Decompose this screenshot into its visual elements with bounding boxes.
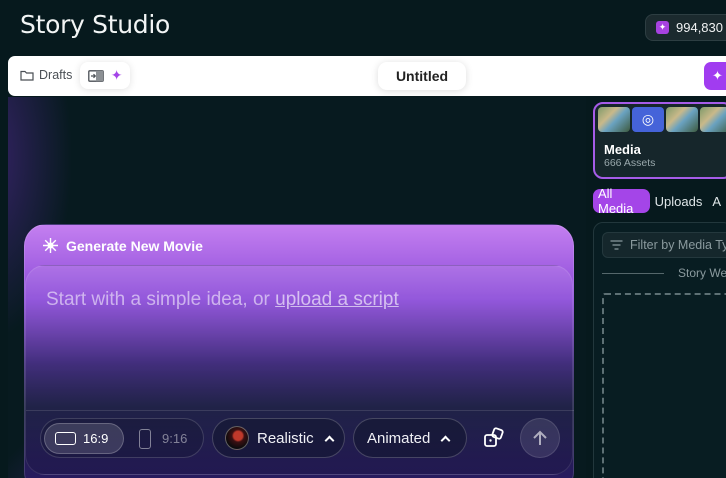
divider [602,272,664,274]
sidebar-toggle-icon[interactable] [87,69,104,82]
animation-dropdown[interactable]: Animated [353,418,467,458]
animation-label: Animated [367,429,431,447]
media-title: Media [604,142,641,157]
prompt-placeholder: Start with a simple idea, or [46,289,276,310]
media-thumbnail [666,107,698,132]
aspect-ratio-selector: 16:9 9:16 [40,418,204,458]
media-library-card[interactable]: ◎ Media 666 Assets [593,102,726,179]
landscape-icon [55,432,76,445]
sparkle-icon: ✦ [712,68,723,83]
document-title[interactable]: Untitled [378,62,466,90]
drafts-breadcrumb[interactable]: Drafts [20,68,72,82]
generate-heading-text: Generate New Movie [66,237,203,254]
media-thumbnail [598,107,630,132]
style-dropdown[interactable]: Realistic [212,418,345,458]
panel-toggle: ✦ [80,62,130,89]
media-filter-input[interactable]: Filter by Media Ty [602,232,726,258]
chevron-up-icon [440,435,451,445]
credits-badge[interactable]: ✦ 994,830 [645,14,726,41]
aspect-16-9-label: 16:9 [83,431,109,446]
style-avatar [225,426,249,450]
generation-controls: 16:9 9:16 Realistic Animated [26,410,574,466]
filter-icon [610,240,623,250]
style-label: Realistic [257,429,314,447]
effects-icon: ◎ [632,107,664,132]
app-title: Story Studio [20,10,171,39]
media-thumbnail [700,107,726,132]
credits-amount: 994,830 [676,20,723,35]
sparkle-icon: ✦ [656,21,669,34]
generate-heading: Generate New Movie [42,237,203,254]
aspect-16-9-button[interactable]: 16:9 [44,423,124,454]
prompt-input[interactable]: Start with a simple idea, or upload a sc… [46,289,399,311]
aspect-9-16-button[interactable]: 9:16 [129,423,197,454]
top-toolbar: Drafts ✦ Untitled ✦ [8,56,726,96]
section-label: Story We [678,266,726,280]
generate-movie-card: Generate New Movie Start with a simple i… [24,224,574,478]
section-heading: Story We [602,266,726,280]
aspect-9-16-label: 9:16 [162,431,188,446]
generate-action-button[interactable]: ✦ [704,62,726,90]
chevron-up-icon [324,435,335,445]
submit-button[interactable] [520,418,560,458]
drafts-label: Drafts [39,68,73,82]
upload-script-link[interactable]: upload a script [275,289,399,310]
tab-more[interactable]: A [707,189,726,213]
arrow-up-icon [533,430,547,445]
tab-uploads[interactable]: Uploads [650,189,708,213]
media-tabs: All Media Uploads A [593,186,726,216]
tab-all-media[interactable]: All Media [593,186,650,216]
folder-icon [20,70,34,81]
canvas-stage: Generate New Movie Start with a simple i… [8,97,586,478]
portrait-icon [139,428,151,449]
prompt-area[interactable]: Start with a simple idea, or upload a sc… [25,265,574,475]
sparkle-icon[interactable]: ✦ [111,67,123,84]
media-dropzone[interactable] [602,293,726,478]
media-list-panel: Filter by Media Ty Story We [593,222,726,478]
dice-icon[interactable] [482,426,506,450]
sparkles-icon [43,238,58,253]
media-thumbnails: ◎ [598,107,726,132]
media-asset-count: 666 Assets [604,157,656,169]
filter-placeholder: Filter by Media Ty [630,238,726,252]
